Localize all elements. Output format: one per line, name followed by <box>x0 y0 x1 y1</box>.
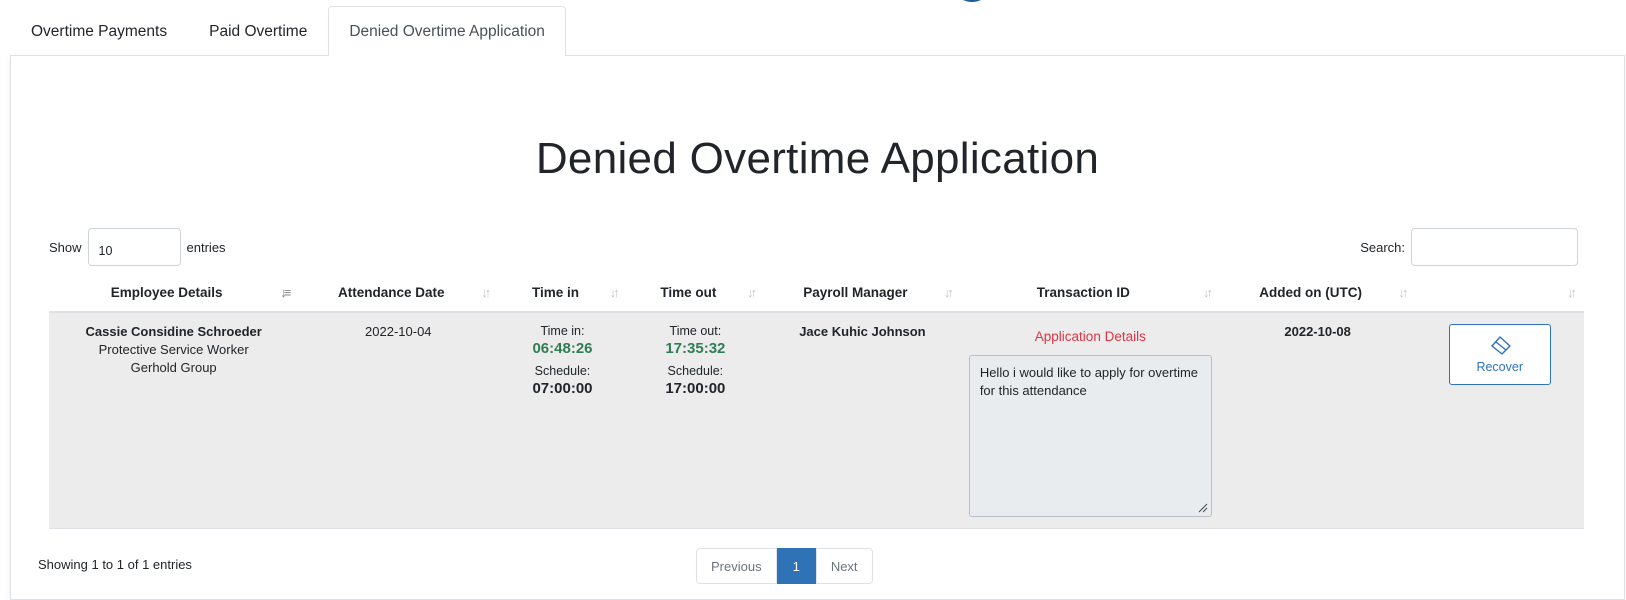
time-out-value: 17:35:32 <box>665 340 726 357</box>
recover-button[interactable]: Recover <box>1448 324 1551 385</box>
page-title: Denied Overtime Application <box>535 134 1100 183</box>
sort-arrows-icon: ↓↑ <box>1567 285 1577 300</box>
application-note-textarea[interactable]: Hello i would like to apply for overtime… <box>968 355 1212 517</box>
application-details-link[interactable]: Application Details <box>969 329 1212 344</box>
time-out-schedule-value: 17:00:00 <box>665 380 726 397</box>
recover-button-label: Recover <box>1476 359 1523 374</box>
sort-arrows-icon: ↓↑ <box>609 285 620 300</box>
time-in-schedule-value: 07:00:00 <box>532 380 593 397</box>
pagination: Previous 1 Next <box>696 548 873 584</box>
sort-arrows-icon: ↓↑ <box>481 285 491 300</box>
time-in-label: Time in: <box>540 324 585 338</box>
attendance-date: 2022-10-04 <box>365 324 432 339</box>
sort-arrows-icon: ↓↑ <box>747 285 757 300</box>
length-suffix-label: entries <box>186 239 226 255</box>
page-1-button[interactable]: 1 <box>776 548 816 584</box>
sort-arrows-icon: ↓↑ <box>1398 285 1408 300</box>
search-label: Search: <box>1360 239 1405 255</box>
sort-arrows-icon: ↓↑ <box>943 285 954 300</box>
time-in-schedule-label: Schedule: <box>534 364 591 378</box>
application-note-text: Hello i would like to apply for overtime… <box>979 365 1199 398</box>
time-out-cell: Time out: 17:35:32 Schedule: 17:00:00 <box>626 312 765 529</box>
transaction-id-cell: Application Details Hello i would like t… <box>960 312 1220 529</box>
time-in-value: 06:48:26 <box>532 340 593 357</box>
search-input[interactable] <box>1411 228 1578 266</box>
tab-bar: Overtime Payments Paid Overtime Denied O… <box>10 6 1625 56</box>
added-on-cell: 2022-10-08 <box>1219 312 1416 529</box>
employee-details-cell: Cassie Considine Schroeder Protective Se… <box>49 312 299 529</box>
time-out-schedule-label: Schedule: <box>667 364 724 378</box>
column-header-attendance-date[interactable]: Attendance Date ↓↑ <box>298 274 499 313</box>
column-header-payroll-manager[interactable]: Payroll Manager ↓↑ <box>764 274 961 313</box>
next-page-button[interactable]: Next <box>815 548 873 584</box>
employee-name: Cassie Considine Schroeder <box>85 324 262 339</box>
resize-grip-icon[interactable] <box>1198 503 1208 513</box>
employee-company: Gerhold Group <box>130 360 217 375</box>
sort-arrows-icon: ↓↑ <box>1202 285 1213 300</box>
previous-page-button[interactable]: Previous <box>696 548 777 584</box>
table-search: Search: <box>1360 228 1578 266</box>
length-prefix-label: Show <box>49 239 82 255</box>
column-header-time-in[interactable]: Time in ↓↑ <box>498 274 627 313</box>
eraser-icon <box>1491 335 1511 355</box>
denied-overtime-table: Employee Details ↓≡ Attendance Date ↓↑ Tim… <box>49 274 1584 529</box>
column-header-added-on[interactable]: Added on (UTC) ↓↑ <box>1219 274 1416 313</box>
column-header-transaction-id[interactable]: Transaction ID ↓↑ <box>960 274 1220 313</box>
logo-fragment <box>955 0 989 2</box>
tab-paid-overtime[interactable]: Paid Overtime <box>188 6 328 56</box>
time-in-cell: Time in: 06:48:26 Schedule: 07:00:00 <box>498 312 627 529</box>
column-header-actions[interactable]: ↓↑ <box>1415 274 1584 313</box>
payroll-manager-name: Jace Kuhic Johnson <box>799 324 926 339</box>
added-on-date: 2022-10-08 <box>1284 324 1351 339</box>
tab-overtime-payments[interactable]: Overtime Payments <box>10 6 188 56</box>
tab-denied-overtime-application[interactable]: Denied Overtime Application <box>328 6 566 56</box>
table-row: Cassie Considine Schroeder Protective Se… <box>49 312 1584 529</box>
column-header-time-out[interactable]: Time out ↓↑ <box>626 274 765 313</box>
entries-length-control: Show entries <box>49 228 226 266</box>
content-card: Denied Overtime Application Show entries… <box>10 55 1625 600</box>
actions-cell: Recover <box>1415 312 1584 529</box>
table-info: Showing 1 to 1 of 1 entries <box>38 557 192 572</box>
column-header-employee-details[interactable]: Employee Details ↓≡ <box>49 274 299 313</box>
attendance-date-cell: 2022-10-04 <box>298 312 499 529</box>
payroll-manager-cell: Jace Kuhic Johnson <box>764 312 961 529</box>
employee-position: Protective Service Worker <box>98 342 249 357</box>
time-out-label: Time out: <box>669 324 722 338</box>
table-header-row: Employee Details ↓≡ Attendance Date ↓↑ Tim… <box>49 274 1584 313</box>
entries-length-select[interactable] <box>87 228 181 266</box>
sort-arrows-icon: ↓≡ <box>280 285 291 300</box>
